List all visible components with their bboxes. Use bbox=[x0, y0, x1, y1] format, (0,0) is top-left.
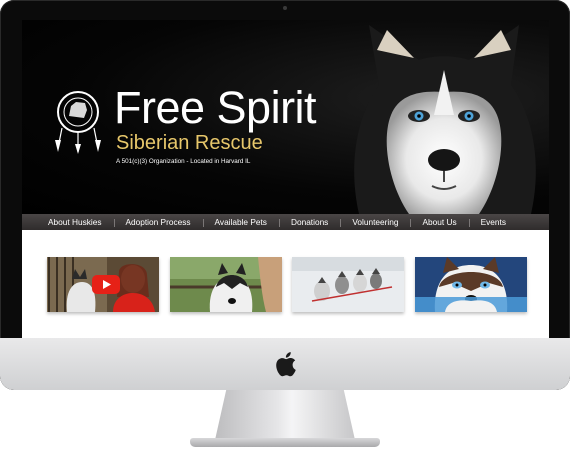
video-thumbnail[interactable] bbox=[47, 257, 159, 312]
nav-item-events[interactable]: Events bbox=[468, 217, 518, 227]
site-title[interactable]: Free Spirit bbox=[114, 82, 317, 134]
camera-dot bbox=[283, 6, 287, 10]
site-tagline: A 501(c)(3) Organization - Located in Ha… bbox=[116, 158, 251, 165]
site-subtitle: Siberian Rescue bbox=[116, 132, 263, 154]
hero-banner: Free Spirit Siberian Rescue A 501(c)(3) … bbox=[22, 20, 549, 214]
nav-item-donations[interactable]: Donations bbox=[278, 217, 340, 227]
content-area bbox=[22, 230, 549, 338]
monitor-stand bbox=[215, 390, 355, 440]
apple-icon bbox=[276, 352, 296, 377]
monitor-stand-base bbox=[190, 438, 380, 447]
husky-hero-image bbox=[354, 25, 536, 214]
nav-item-available-pets[interactable]: Available Pets bbox=[202, 217, 279, 227]
imac-monitor: Free Spirit Siberian Rescue A 501(c)(3) … bbox=[0, 0, 570, 390]
nav-item-about-us[interactable]: About Us bbox=[410, 217, 468, 227]
sled-team-photo[interactable] bbox=[292, 257, 404, 312]
dreamcatcher-logo bbox=[55, 91, 101, 154]
husky-with-person-photo[interactable] bbox=[170, 257, 282, 312]
browser-screen: Free Spirit Siberian Rescue A 501(c)(3) … bbox=[22, 20, 549, 338]
play-icon[interactable] bbox=[92, 275, 120, 294]
nav-item-volunteering[interactable]: Volunteering bbox=[340, 217, 410, 227]
main-nav: About Huskies Adoption Process Available… bbox=[22, 214, 549, 230]
nav-item-about-huskies[interactable]: About Huskies bbox=[22, 217, 114, 227]
husky-puppy-photo[interactable] bbox=[415, 257, 527, 312]
nav-item-adoption-process[interactable]: Adoption Process bbox=[113, 217, 203, 227]
